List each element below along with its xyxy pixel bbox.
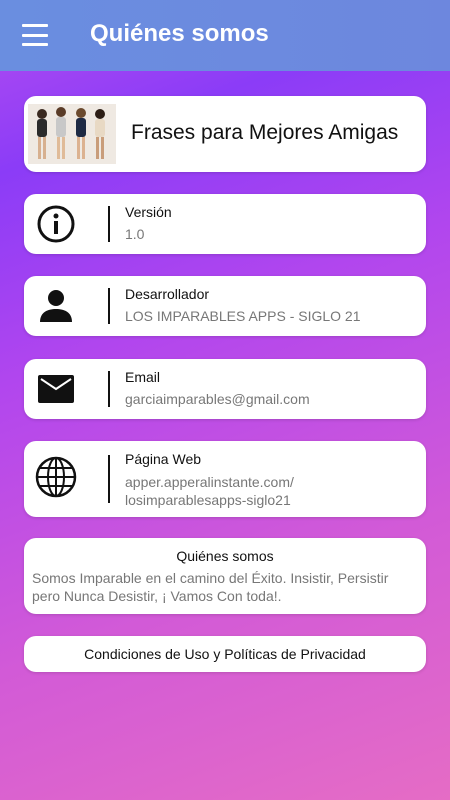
developer-card: Desarrollador LOS IMPARABLES APPS - SIGL… xyxy=(24,276,426,336)
version-label: Versión xyxy=(125,204,172,220)
divider xyxy=(108,206,110,242)
page-title: Quiénes somos xyxy=(90,20,269,47)
email-card[interactable]: Email garciaimparables@gmail.com xyxy=(24,359,426,419)
about-text: Somos Imparable en el camino del Éxito. … xyxy=(32,569,420,605)
info-icon xyxy=(34,202,78,246)
app-thumbnail xyxy=(28,104,116,164)
email-value[interactable]: garciaimparables@gmail.com xyxy=(125,391,310,407)
about-card: Quiénes somos Somos Imparable en el cami… xyxy=(24,538,426,614)
divider xyxy=(108,288,110,324)
version-card: Versión 1.0 xyxy=(24,194,426,254)
website-label: Página Web xyxy=(125,451,202,467)
about-title: Quiénes somos xyxy=(176,548,274,564)
terms-button[interactable]: Condiciones de Uso y Políticas de Privac… xyxy=(24,636,426,672)
menu-icon[interactable] xyxy=(22,24,48,46)
about-text-line2: pero Nunca Desistir, ¡ Vamos Con toda!. xyxy=(32,588,282,604)
app-bar: Quiénes somos xyxy=(0,0,450,71)
website-value-line1: apper.apperalinstante.com/ xyxy=(125,474,294,490)
person-icon xyxy=(34,284,78,328)
email-label: Email xyxy=(125,369,161,385)
developer-label: Desarrollador xyxy=(125,286,210,302)
mail-icon xyxy=(34,367,78,411)
website-value[interactable]: apper.apperalinstante.com/ losimparables… xyxy=(125,473,294,509)
website-value-line2: losimparablesapps-siglo21 xyxy=(125,492,291,508)
developer-value: LOS IMPARABLES APPS - SIGLO 21 xyxy=(125,308,361,324)
divider xyxy=(108,455,110,503)
version-value: 1.0 xyxy=(125,226,145,242)
app-header-card: Frases para Mejores Amigas xyxy=(24,96,426,172)
globe-icon xyxy=(34,455,78,499)
website-card[interactable]: Página Web apper.apperalinstante.com/ lo… xyxy=(24,441,426,517)
divider xyxy=(108,371,110,407)
app-name: Frases para Mejores Amigas xyxy=(131,121,399,144)
about-text-line1: Somos Imparable en el camino del Éxito. … xyxy=(32,570,389,586)
